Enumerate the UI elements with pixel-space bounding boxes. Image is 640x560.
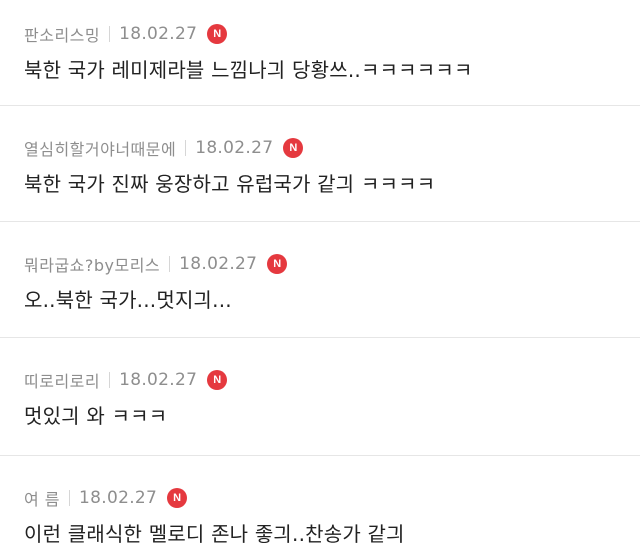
new-badge-icon: N xyxy=(207,370,228,390)
comment-nickname[interactable]: 열심히할거야너때문에 xyxy=(24,136,176,160)
new-badge-icon: N xyxy=(267,254,288,274)
comment-text: 오..북한 국가...멋지긔... xyxy=(24,288,232,312)
comment-text: 이런 클래식한 멜로디 존나 좋긔..찬송가 같긔 xyxy=(24,522,405,546)
comment-date: 18.02.27 xyxy=(179,254,258,274)
meta-divider xyxy=(69,490,71,506)
new-badge-icon: N xyxy=(167,488,188,508)
comment-text: 북한 국가 레미제라블 느낌나긔 당황쓰..ㅋㅋㅋㅋㅋㅋ xyxy=(24,58,473,82)
comment-meta: 뭐라굽쇼?by모리스 18.02.27 N xyxy=(24,252,288,276)
comment-item: 여 름 18.02.27 N 이런 클래식한 멜로디 존나 좋긔..찬송가 같긔 xyxy=(0,456,640,560)
comment-date: 18.02.27 xyxy=(79,488,158,508)
new-badge-icon: N xyxy=(207,24,228,44)
comment-date: 18.02.27 xyxy=(119,24,198,44)
comment-item: 판소리스밍 18.02.27 N 북한 국가 레미제라블 느낌나긔 당황쓰..ㅋ… xyxy=(0,0,640,106)
comment-nickname[interactable]: 판소리스밍 xyxy=(24,22,100,46)
comment-meta: 판소리스밍 18.02.27 N xyxy=(24,22,228,46)
comment-meta: 열심히할거야너때문에 18.02.27 N xyxy=(24,136,304,160)
comment-meta: 여 름 18.02.27 N xyxy=(24,486,188,510)
meta-divider xyxy=(185,140,187,156)
comment-list: 판소리스밍 18.02.27 N 북한 국가 레미제라블 느낌나긔 당황쓰..ㅋ… xyxy=(0,0,640,560)
comment-nickname[interactable]: 여 름 xyxy=(24,486,60,510)
comment-item: 띠로리로리 18.02.27 N 멋있긔 와 ㅋㅋㅋ xyxy=(0,338,640,456)
meta-divider xyxy=(109,372,111,388)
comment-nickname[interactable]: 뭐라굽쇼?by모리스 xyxy=(24,252,160,276)
new-badge-icon: N xyxy=(283,138,304,158)
comment-nickname[interactable]: 띠로리로리 xyxy=(24,368,100,392)
meta-divider xyxy=(109,26,111,42)
comment-date: 18.02.27 xyxy=(195,138,274,158)
comment-item: 열심히할거야너때문에 18.02.27 N 북한 국가 진짜 웅장하고 유럽국가… xyxy=(0,106,640,222)
meta-divider xyxy=(169,256,171,272)
comment-item: 뭐라굽쇼?by모리스 18.02.27 N 오..북한 국가...멋지긔... xyxy=(0,222,640,338)
comment-text: 멋있긔 와 ㅋㅋㅋ xyxy=(24,404,168,428)
comment-meta: 띠로리로리 18.02.27 N xyxy=(24,368,228,392)
comment-date: 18.02.27 xyxy=(119,370,198,390)
comment-text: 북한 국가 진짜 웅장하고 유럽국가 같긔 ㅋㅋㅋㅋ xyxy=(24,172,436,196)
